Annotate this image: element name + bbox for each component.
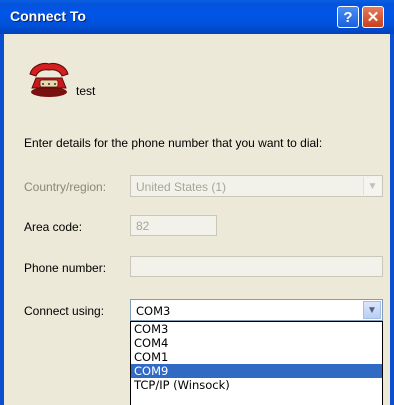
- connection-name: test: [76, 84, 96, 98]
- connect-using-select[interactable]: COM3 ▼: [130, 299, 383, 321]
- close-icon: ✕: [366, 9, 380, 26]
- chevron-down-icon[interactable]: ▼: [363, 177, 381, 195]
- area-code-value: 82: [136, 219, 150, 233]
- window-frame-right: [390, 34, 394, 405]
- phone-number-label: Phone number:: [24, 261, 107, 275]
- dropdown-option-tcpip[interactable]: TCP/IP (Winsock): [131, 378, 382, 392]
- area-code-label: Area code:: [24, 220, 83, 234]
- window-frame-left: [0, 34, 4, 405]
- close-button[interactable]: ✕: [362, 6, 384, 28]
- country-value: United States (1): [136, 180, 227, 194]
- dropdown-option-com9[interactable]: COM9: [131, 364, 382, 378]
- help-icon: ?: [343, 8, 353, 26]
- dropdown-option-com3[interactable]: COM3: [131, 322, 382, 336]
- help-button[interactable]: ?: [337, 6, 359, 28]
- title-bar[interactable]: Connect To ? ✕: [0, 0, 394, 34]
- dropdown-option-com1[interactable]: COM1: [131, 350, 382, 364]
- dropdown-option-com4[interactable]: COM4: [131, 336, 382, 350]
- connect-using-value: COM3: [136, 304, 171, 318]
- window-title: Connect To: [10, 8, 86, 24]
- area-code-field[interactable]: 82: [130, 215, 217, 236]
- country-select[interactable]: United States (1) ▼: [130, 175, 383, 197]
- phone-number-field[interactable]: [130, 256, 383, 277]
- country-label: Country/region:: [24, 180, 107, 194]
- connect-using-label: Connect using:: [24, 304, 105, 318]
- instructions-text: Enter details for the phone number that …: [24, 136, 323, 150]
- connect-using-dropdown-list[interactable]: COM3 COM4 COM1 COM9 TCP/IP (Winsock): [130, 321, 383, 405]
- chevron-down-icon[interactable]: ▼: [363, 301, 381, 319]
- phone-icon: [29, 63, 69, 97]
